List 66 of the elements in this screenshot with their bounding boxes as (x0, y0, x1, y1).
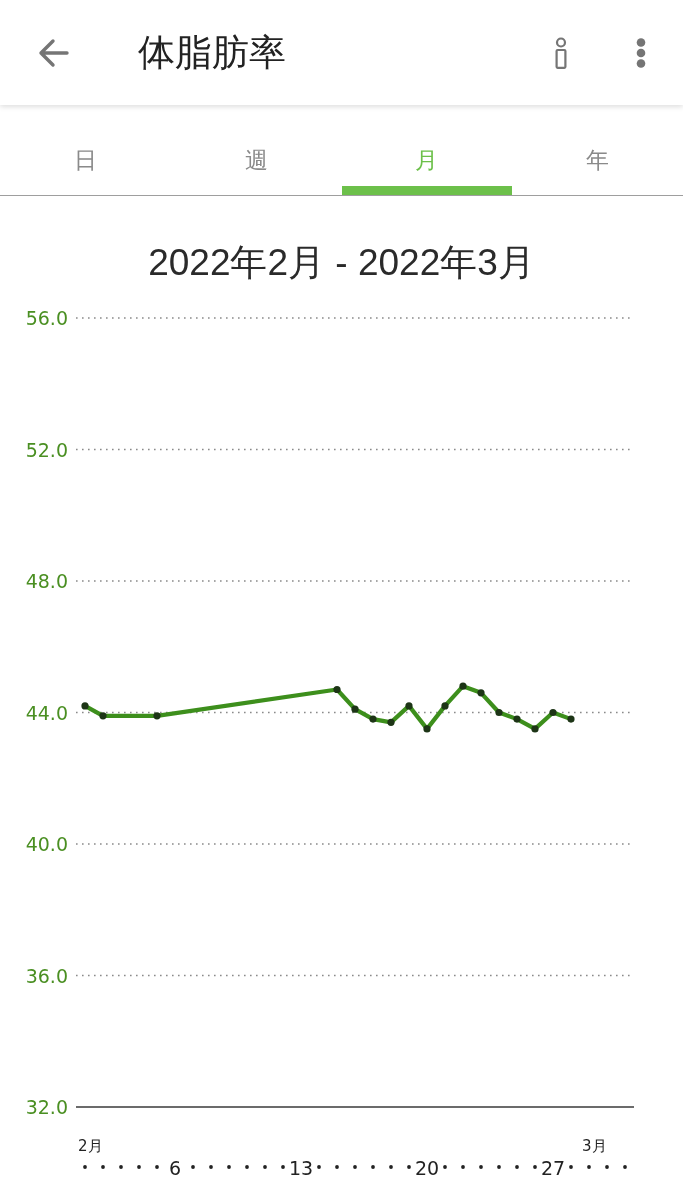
tab[interactable]: 年 (512, 120, 683, 195)
screen-title: 体脂肪率 (138, 30, 287, 75)
y-axis-label: 44.0 (25, 701, 68, 724)
month-label: 3月 (582, 1137, 607, 1155)
y-axis-label: 56.0 (25, 307, 68, 329)
day-tick-mark (263, 1165, 267, 1169)
data-point (477, 689, 485, 697)
day-tick-mark (245, 1165, 249, 1169)
y-axis-label: 52.0 (25, 438, 68, 461)
day-tick-mark (155, 1165, 159, 1169)
day-tick-mark (623, 1165, 627, 1169)
data-point (441, 702, 449, 710)
day-tick-mark (605, 1165, 609, 1169)
day-tick-mark (137, 1165, 141, 1169)
data-point (153, 712, 161, 720)
day-tick-mark (461, 1165, 465, 1169)
day-tick-mark (281, 1165, 285, 1169)
day-tick-mark (191, 1165, 195, 1169)
x-axis-label: 20 (414, 1157, 440, 1179)
month-label: 2月 (78, 1137, 103, 1155)
day-tick-mark (587, 1165, 591, 1169)
info-icon[interactable] (554, 36, 568, 69)
data-point (333, 685, 341, 694)
y-axis-label: 32.0 (25, 1096, 68, 1118)
x-axis-label: 6 (168, 1157, 182, 1179)
day-tick-mark (335, 1165, 339, 1169)
day-tick-mark (227, 1165, 231, 1169)
tab[interactable]: 日 (0, 120, 171, 195)
day-tick-mark (407, 1165, 411, 1169)
y-axis-label: 36.0 (25, 964, 68, 987)
data-point (351, 705, 359, 713)
data-point (549, 708, 557, 717)
day-tick-mark (353, 1165, 357, 1169)
day-tick-mark (389, 1165, 393, 1169)
data-point (369, 715, 377, 723)
data-point (387, 718, 395, 726)
day-tick-mark (317, 1165, 321, 1169)
more-options-icon[interactable] (636, 37, 646, 68)
day-tick-mark (515, 1165, 519, 1169)
x-axis-label: 27 (540, 1157, 566, 1179)
day-tick-mark (497, 1165, 501, 1169)
data-point (81, 702, 89, 710)
data-point (423, 725, 431, 733)
x-axis-label: 13 (288, 1157, 314, 1179)
day-tick-mark (479, 1165, 483, 1169)
day-tick-mark (371, 1165, 375, 1169)
tab[interactable]: 月 (341, 120, 513, 195)
data-point (495, 708, 503, 717)
data-point (99, 712, 107, 720)
day-tick-mark (209, 1165, 213, 1169)
data-point (459, 682, 467, 690)
y-axis-label: 40.0 (25, 833, 68, 855)
back-arrow-icon[interactable] (37, 37, 69, 68)
y-axis-label: 48.0 (25, 570, 68, 592)
data-point (513, 715, 521, 723)
day-tick-mark (83, 1165, 87, 1169)
data-point (531, 725, 539, 733)
day-tick-mark (443, 1165, 447, 1169)
day-tick-mark (533, 1165, 537, 1169)
period-title: 2022年2月 - 2022年3月 (148, 241, 535, 283)
day-tick-mark (119, 1165, 123, 1169)
data-point (567, 715, 575, 723)
day-tick-mark (569, 1165, 573, 1169)
day-tick-mark (101, 1165, 105, 1169)
tab[interactable]: 週 (170, 120, 342, 195)
data-point (405, 702, 413, 710)
